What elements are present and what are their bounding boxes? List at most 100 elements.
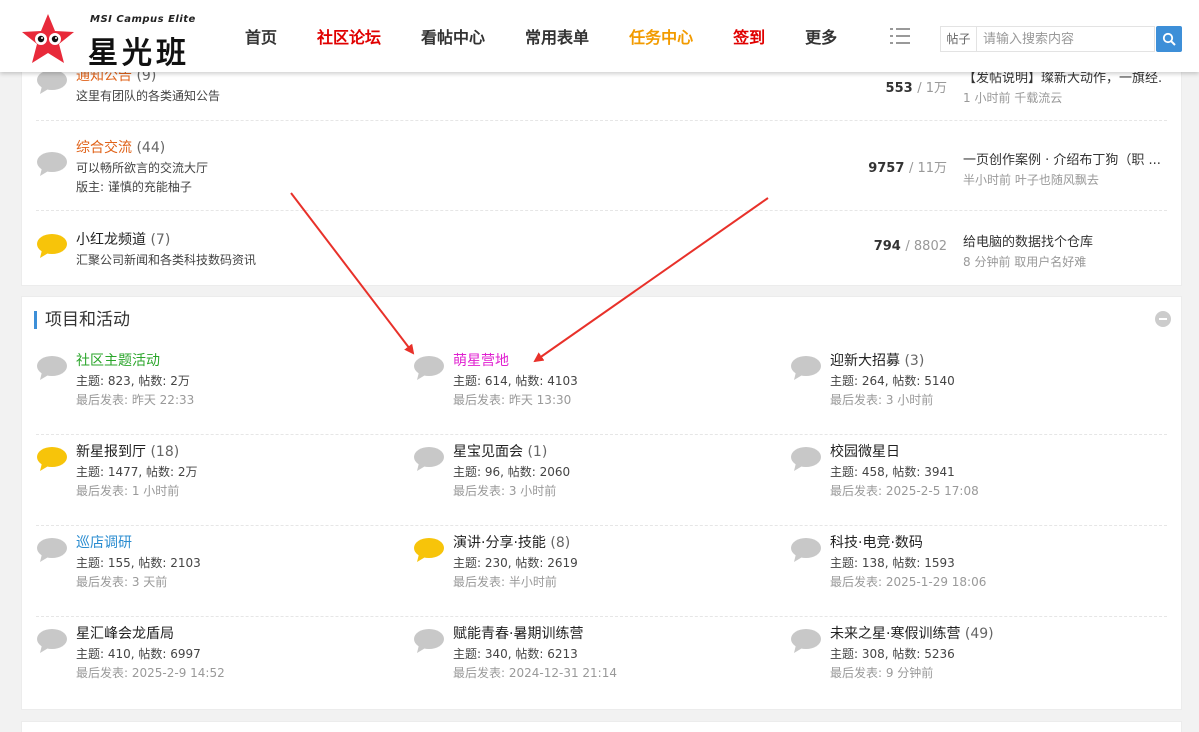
chat-bubble-icon	[414, 447, 444, 471]
forum-stats: 794 / 8802	[873, 239, 947, 254]
chat-bubble-icon	[37, 538, 67, 562]
chat-bubble-icon	[414, 538, 444, 562]
forum-cell: 赋能青春·暑期训练营 主题: 340, 帖数: 6213 最后发表: 2024-1…	[413, 620, 790, 711]
forum-cell: 迎新大招募 (3) 主题: 264, 帖数: 5140 最后发表: 3 小时前	[790, 347, 1167, 438]
chat-bubble-icon	[37, 152, 67, 176]
forum-stats: 主题: 230, 帖数: 2619	[453, 556, 578, 570]
forum-count: (44)	[136, 140, 166, 156]
forum-cell: 未来之星·寒假训练营 (49) 主题: 308, 帖数: 5236 最后发表: 9 …	[790, 620, 1167, 711]
forum-count: (3)	[904, 353, 925, 369]
site-logo[interactable]: MSI Campus Elite 星光班	[18, 10, 218, 71]
forum-stats: 主题: 264, 帖数: 5140	[830, 374, 955, 388]
collapse-icon[interactable]	[1155, 311, 1171, 327]
forum-count: (49)	[964, 626, 994, 642]
forum-cell: 星宝见面会 (1) 主题: 96, 帖数: 2060 最后发表: 3 小时前	[413, 438, 790, 529]
forum-title-link[interactable]: 综合交流	[76, 140, 132, 156]
forum-title-link[interactable]: 科技·电竞·数码	[830, 535, 923, 551]
forum-description: 汇聚公司新闻和各类科技数码资讯	[76, 253, 257, 267]
search-icon	[1162, 32, 1176, 46]
forum-last-post: 最后发表: 2025-2-9 14:52	[76, 666, 225, 680]
forum-title-link[interactable]: 新星报到厅	[76, 444, 146, 460]
nav-forum[interactable]: 社区论坛	[297, 24, 401, 48]
chat-bubble-icon	[791, 356, 821, 380]
site-header: MSI Campus Elite 星光班 首页 社区论坛 看帖中心 常用表单 任…	[0, 0, 1199, 72]
forum-description: 这里有团队的各类通知公告	[76, 89, 221, 103]
last-post-meta: 8 分钟前 取用户名好难	[963, 255, 1087, 269]
chat-bubble-icon	[37, 70, 67, 94]
projects-panel: 项目和活动 社区主题活动 主题: 823, 帖数: 2万 最后发表: 昨天 22:…	[21, 296, 1182, 710]
chat-bubble-icon	[791, 447, 821, 471]
forum-stats: 主题: 308, 帖数: 5236	[830, 647, 955, 661]
next-category-panel	[21, 721, 1182, 732]
main-nav: 首页 社区论坛 看帖中心 常用表单 任务中心 签到 更多	[225, 0, 857, 72]
forum-last-post: 最后发表: 1 小时前	[76, 484, 180, 498]
forum-category-panel: 通知公告 (9) 这里有团队的各类通知公告 553 / 1万 【发帖说明】璨新大…	[21, 56, 1182, 286]
forum-title-link[interactable]: 星宝见面会	[453, 444, 523, 460]
forum-stats: 主题: 155, 帖数: 2103	[76, 556, 201, 570]
search-box: 帖子	[940, 26, 1155, 52]
chat-bubble-icon	[414, 356, 444, 380]
logo-title: 星光班	[88, 36, 190, 71]
logo-subtitle: MSI Campus Elite	[90, 14, 196, 25]
nav-threads[interactable]: 看帖中心	[401, 24, 505, 48]
forum-row: 综合交流 (44) 可以畅所欲言的交流大厅 版主: 谨慎的充能柚子 9757 /…	[36, 121, 1167, 211]
forum-title-link[interactable]: 星汇峰会龙盾局	[76, 626, 174, 642]
forum-last-post: 最后发表: 3 小时前	[830, 393, 934, 407]
forum-stats: 主题: 1477, 帖数: 2万	[76, 465, 198, 479]
list-menu-icon[interactable]	[890, 26, 912, 46]
nav-home[interactable]: 首页	[225, 24, 297, 48]
forum-last-post: 最后发表: 昨天 13:30	[453, 393, 572, 407]
section-title: 项目和活动	[34, 311, 130, 329]
search-type-select[interactable]: 帖子	[941, 27, 977, 51]
forum-stats: 主题: 138, 帖数: 1593	[830, 556, 955, 570]
forum-title-link[interactable]: 未来之星·寒假训练营	[830, 626, 960, 642]
forum-title-link[interactable]: 迎新大招募	[830, 353, 900, 369]
forum-last-post: 最后发表: 2025-2-5 17:08	[830, 484, 979, 498]
forum-count: (8)	[550, 535, 571, 551]
nav-forms[interactable]: 常用表单	[505, 24, 609, 48]
forum-cell: 萌星营地 主题: 614, 帖数: 4103 最后发表: 昨天 13:30	[413, 347, 790, 438]
last-post: 一页创作案例 · 介绍布丁狗（职 ... 半小时前 叶子也随风飘去	[963, 149, 1163, 188]
forum-moderator[interactable]: 版主: 谨慎的充能柚子	[76, 178, 208, 195]
nav-more[interactable]: 更多	[785, 24, 857, 48]
last-post-meta: 1 小时前 千载流云	[963, 91, 1063, 105]
star-mascot-icon	[22, 14, 74, 63]
forum-last-post: 最后发表: 3 天前	[76, 575, 168, 589]
forum-row: 小红龙频道 (7) 汇聚公司新闻和各类科技数码资讯 794 / 8802 给电脑…	[36, 211, 1167, 285]
search-input[interactable]	[977, 27, 1153, 51]
forum-cell: 社区主题活动 主题: 823, 帖数: 2万 最后发表: 昨天 22:33	[36, 347, 413, 438]
forum-title-link[interactable]: 小红龙频道	[76, 232, 146, 248]
chat-bubble-icon	[414, 629, 444, 653]
forum-last-post: 最后发表: 9 分钟前	[830, 666, 934, 680]
forum-stats: 553 / 1万	[885, 81, 947, 96]
forum-cell: 校园微星日 主题: 458, 帖数: 3941 最后发表: 2025-2-5 17…	[790, 438, 1167, 529]
chat-bubble-icon	[37, 234, 67, 258]
forum-last-post: 最后发表: 3 小时前	[453, 484, 557, 498]
forum-title-link[interactable]: 社区主题活动	[76, 353, 160, 369]
forum-title-link[interactable]: 校园微星日	[830, 444, 900, 460]
forum-title-link[interactable]: 萌星营地	[453, 353, 509, 369]
chat-bubble-icon	[37, 629, 67, 653]
forum-stats: 主题: 614, 帖数: 4103	[453, 374, 578, 388]
forum-description: 可以畅所欲言的交流大厅	[76, 161, 209, 175]
last-post-title[interactable]: 一页创作案例 · 介绍布丁狗（职 ...	[963, 149, 1163, 168]
last-post: 给电脑的数据找个仓库 8 分钟前 取用户名好难	[963, 231, 1163, 270]
forum-stats: 主题: 96, 帖数: 2060	[453, 465, 571, 479]
forum-cell: 巡店调研 主题: 155, 帖数: 2103 最后发表: 3 天前	[36, 529, 413, 620]
last-post: 【发帖说明】璨新大动作，一旗经... 1 小时前 千载流云	[963, 67, 1163, 106]
last-post-title[interactable]: 给电脑的数据找个仓库	[963, 231, 1163, 250]
forum-cell: 新星报到厅 (18) 主题: 1477, 帖数: 2万 最后发表: 1 小时前	[36, 438, 413, 529]
forum-title-link[interactable]: 演讲·分享·技能	[453, 535, 546, 551]
forum-title-link[interactable]: 赋能青春·暑期训练营	[453, 626, 583, 642]
forum-count: (7)	[150, 232, 171, 248]
forum-count: (1)	[527, 444, 548, 460]
nav-checkin[interactable]: 签到	[713, 24, 785, 48]
forum-stats: 主题: 340, 帖数: 6213	[453, 647, 578, 661]
nav-tasks[interactable]: 任务中心	[609, 24, 713, 48]
search-button[interactable]	[1156, 26, 1182, 52]
forum-last-post: 最后发表: 昨天 22:33	[76, 393, 195, 407]
forum-count: (18)	[150, 444, 180, 460]
forum-title-link[interactable]: 巡店调研	[76, 535, 132, 551]
forum-last-post: 最后发表: 半小时前	[453, 575, 557, 589]
chat-bubble-icon	[791, 538, 821, 562]
